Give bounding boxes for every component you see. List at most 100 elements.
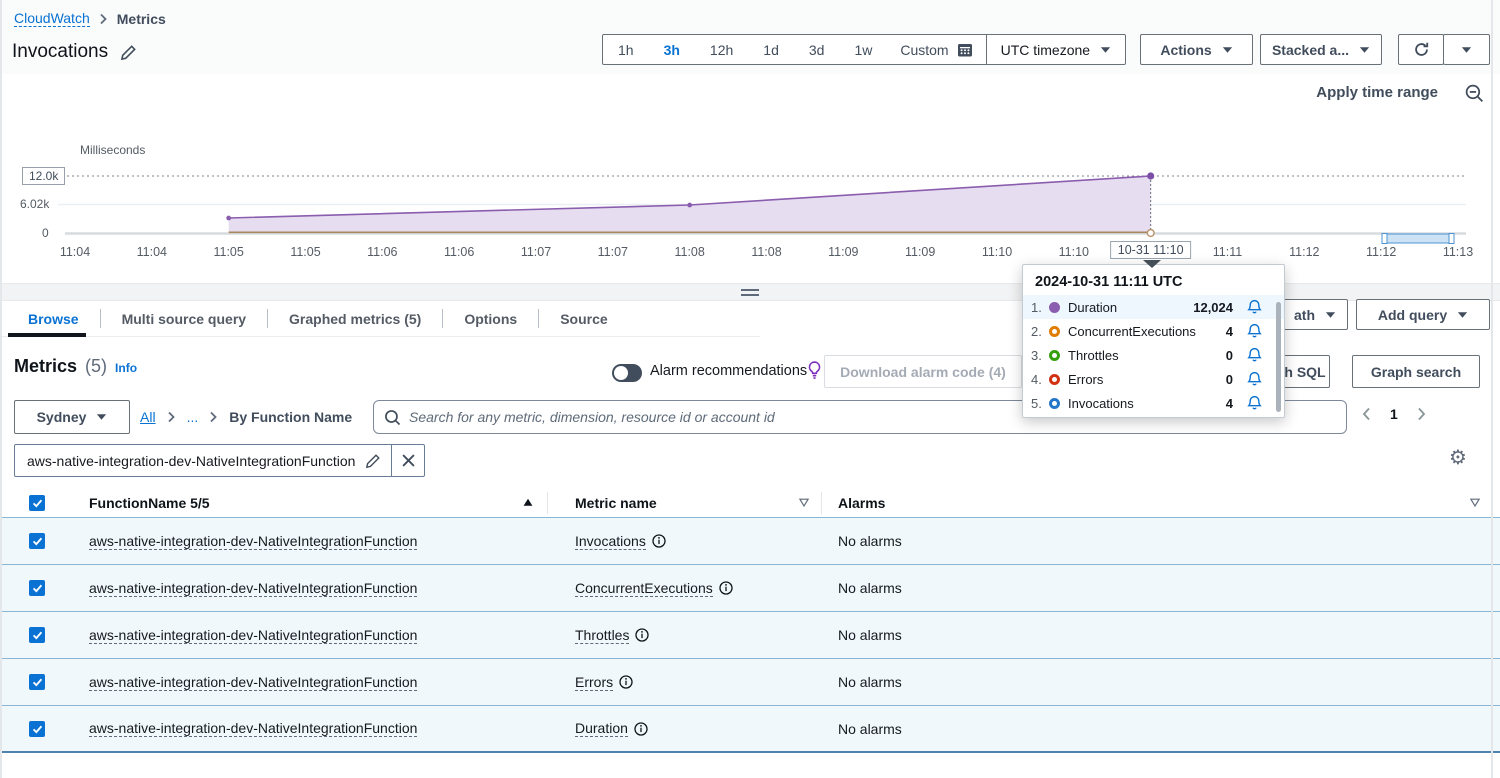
metric-name-wrap: Invocations <box>575 533 666 550</box>
metric-name-cell: Errors <box>548 674 822 691</box>
row-checkbox[interactable] <box>29 721 45 737</box>
x-tick-9: 11:08 <box>751 245 781 259</box>
row-select-cell <box>0 721 89 737</box>
metric-name-link[interactable]: Duration <box>575 720 628 737</box>
row-checkbox[interactable] <box>29 627 45 643</box>
alarm-recommendations-toggle[interactable] <box>612 364 642 382</box>
row-checkbox[interactable] <box>29 533 45 549</box>
axis-hover-marker <box>1147 230 1154 237</box>
hover-point-marker <box>1147 172 1154 179</box>
column-header-metric-name[interactable]: Metric name <box>575 495 657 511</box>
sort-ascending-icon[interactable] <box>523 498 533 507</box>
row-checkbox[interactable] <box>29 580 45 596</box>
table-row[interactable]: aws-native-integration-dev-NativeIntegra… <box>0 659 1500 706</box>
tab-graphed-metrics-5-[interactable]: Graphed metrics (5) <box>268 301 442 336</box>
table-row[interactable]: aws-native-integration-dev-NativeIntegra… <box>0 706 1500 753</box>
bell-icon[interactable] <box>1247 371 1262 387</box>
metrics-chart[interactable] <box>0 0 1500 270</box>
brush-handle-left[interactable] <box>1382 234 1387 244</box>
namespace-breadcrumb: All ... By Function Name <box>140 409 352 425</box>
metric-name-wrap: Duration <box>575 720 648 737</box>
search-icon <box>384 409 401 426</box>
info-link[interactable]: Info <box>115 361 137 375</box>
x-tick-16: 11:12 <box>1289 245 1319 259</box>
crumb-all-link[interactable]: All <box>140 409 156 425</box>
bell-icon[interactable] <box>1247 323 1262 339</box>
x-tick-13: 11:10 <box>1059 245 1089 259</box>
download-alarm-code-button[interactable]: Download alarm code (4) <box>824 355 1022 388</box>
lightbulb-icon[interactable] <box>806 361 823 380</box>
graph-search-button[interactable]: Graph search <box>1352 355 1480 388</box>
tab-multi-source-query[interactable]: Multi source query <box>101 301 267 336</box>
x-tick-17: 11:12 <box>1366 245 1396 259</box>
tooltip-row-invocations[interactable]: 5.Invocations4 <box>1023 391 1284 415</box>
data-point-0[interactable] <box>226 216 231 221</box>
x-tick-6: 11:07 <box>521 245 551 259</box>
next-page-icon[interactable] <box>1415 405 1428 423</box>
function-name-link[interactable]: aws-native-integration-dev-NativeIntegra… <box>89 627 417 644</box>
metric-name-link[interactable]: ConcurrentExecutions <box>575 580 713 597</box>
region-dropdown[interactable]: Sydney <box>14 400 130 434</box>
function-name-link[interactable]: aws-native-integration-dev-NativeIntegra… <box>89 533 417 550</box>
add-query-label: Add query <box>1378 307 1447 323</box>
x-tick-8: 11:08 <box>674 245 704 259</box>
alarms-status: No alarms <box>838 580 902 596</box>
tab-browse[interactable]: Browse <box>28 301 100 336</box>
function-name-link[interactable]: aws-native-integration-dev-NativeIntegra… <box>89 674 417 691</box>
function-name-link[interactable]: aws-native-integration-dev-NativeIntegra… <box>89 580 417 597</box>
row-checkbox[interactable] <box>29 674 45 690</box>
metric-name-link[interactable]: Errors <box>575 674 613 691</box>
add-query-dropdown[interactable]: Add query <box>1356 299 1490 330</box>
select-all-checkbox[interactable] <box>29 495 45 511</box>
info-icon[interactable] <box>719 581 733 595</box>
timeline-brush[interactable] <box>1383 234 1453 243</box>
breadcrumb-chevron-icon <box>209 411 218 423</box>
sort-none-icon[interactable] <box>799 498 809 507</box>
tooltip-scrollbar[interactable] <box>1276 302 1281 412</box>
tab-source[interactable]: Source <box>539 301 628 336</box>
column-header-functionname[interactable]: FunctionName 5/5 <box>89 495 210 511</box>
remove-filter-close-icon[interactable] <box>391 445 424 476</box>
x-tick-1: 11:04 <box>137 245 167 259</box>
tooltip-row-concurrentexecutions[interactable]: 2.ConcurrentExecutions4 <box>1023 319 1284 343</box>
metric-name-link[interactable]: Invocations <box>575 533 646 550</box>
graph-with-sql-button[interactable]: h SQL <box>1280 355 1330 388</box>
info-icon[interactable] <box>652 534 666 548</box>
bell-icon[interactable] <box>1247 395 1262 411</box>
x-tick-11: 11:09 <box>905 245 935 259</box>
bell-icon[interactable] <box>1247 299 1262 315</box>
table-row[interactable]: aws-native-integration-dev-NativeIntegra… <box>0 565 1500 612</box>
resize-handle-icon[interactable] <box>741 289 759 296</box>
function-name-cell: aws-native-integration-dev-NativeIntegra… <box>89 720 548 737</box>
tooltip-timestamp: 2024-10-31 11:11 UTC <box>1023 265 1284 295</box>
alarms-status: No alarms <box>838 674 902 690</box>
info-icon[interactable] <box>634 722 648 736</box>
function-name-link[interactable]: aws-native-integration-dev-NativeIntegra… <box>89 720 417 737</box>
tooltip-row-errors[interactable]: 4.Errors0 <box>1023 367 1284 391</box>
edit-filter-pencil-icon[interactable] <box>365 453 391 469</box>
tooltip-row-throttles[interactable]: 3.Throttles0 <box>1023 343 1284 367</box>
x-tick-0: 11:04 <box>60 245 90 259</box>
data-point-1[interactable] <box>687 203 692 208</box>
table-row[interactable]: aws-native-integration-dev-NativeIntegra… <box>0 518 1500 565</box>
previous-page-icon[interactable] <box>1360 405 1373 423</box>
cloudwatch-metrics-page: CloudWatch Metrics Invocations 1h3h12h1d… <box>0 0 1500 778</box>
info-icon[interactable] <box>635 628 649 642</box>
bell-icon[interactable] <box>1247 347 1262 363</box>
tab-options[interactable]: Options <box>443 301 538 336</box>
table-row[interactable]: aws-native-integration-dev-NativeIntegra… <box>0 612 1500 659</box>
brush-handle-right[interactable] <box>1449 234 1454 244</box>
series-ring-icon <box>1049 326 1060 337</box>
gear-icon[interactable]: ⚙ <box>1449 448 1467 468</box>
add-math-dropdown[interactable]: ath <box>1282 299 1348 330</box>
column-header-alarms[interactable]: Alarms <box>838 495 885 511</box>
sort-none-icon[interactable] <box>1470 498 1480 507</box>
x-tick-2: 11:05 <box>213 245 243 259</box>
info-icon[interactable] <box>619 675 633 689</box>
metric-name-cell: Invocations <box>548 533 822 550</box>
metric-name-link[interactable]: Throttles <box>575 627 629 644</box>
tooltip-row-duration[interactable]: 1.Duration12,024 <box>1023 295 1284 319</box>
metrics-heading: Metrics (5) Info <box>14 356 137 377</box>
current-page-number[interactable]: 1 <box>1390 406 1398 422</box>
crumb-ellipsis-link[interactable]: ... <box>187 409 199 425</box>
